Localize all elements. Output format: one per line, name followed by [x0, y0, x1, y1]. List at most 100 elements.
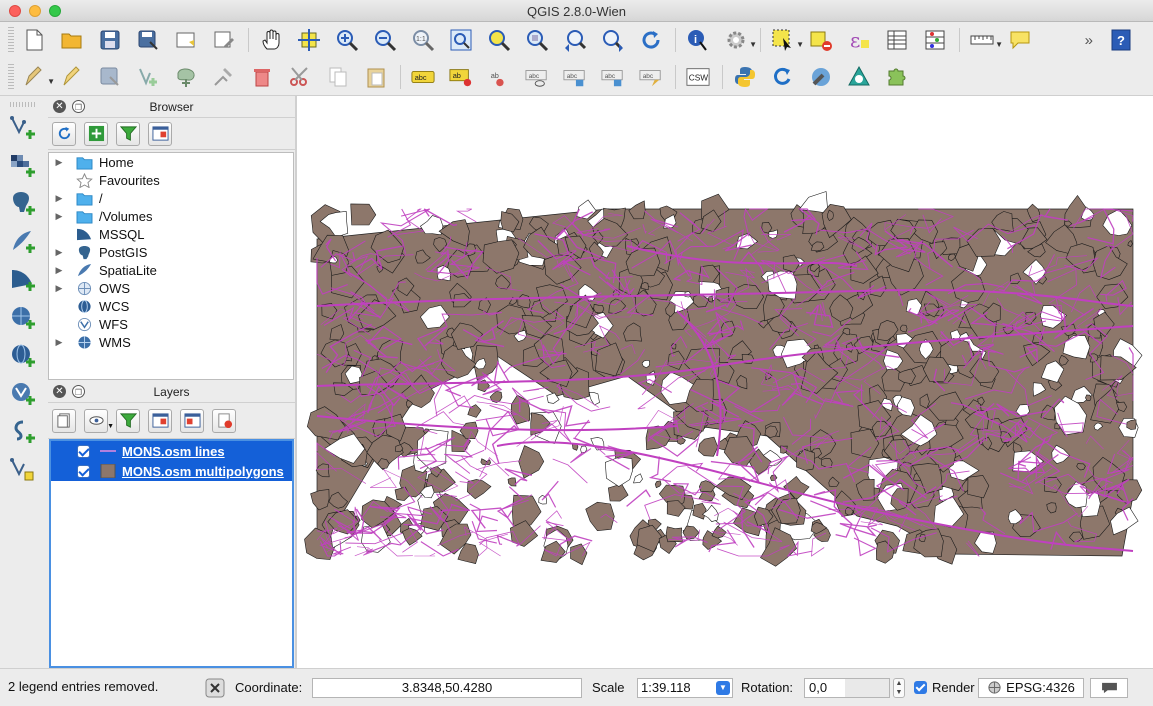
save-edits-icon[interactable]: [96, 63, 124, 91]
node-tool-icon[interactable]: [210, 63, 238, 91]
expand-arrow-icon[interactable]: ▶: [49, 157, 69, 168]
toolbar-overflow-icon[interactable]: »: [1085, 32, 1093, 49]
browser-item-7[interactable]: ▶ OWS: [49, 279, 293, 297]
action-icon[interactable]: ▼: [722, 26, 757, 54]
copy-features-icon[interactable]: [324, 63, 352, 91]
new-shapefile-icon[interactable]: [7, 453, 39, 487]
add-vector-layer-icon[interactable]: [7, 111, 39, 145]
toggle-editing-icon[interactable]: [58, 63, 86, 91]
help-icon[interactable]: ?: [1107, 26, 1135, 54]
expand-arrow-icon[interactable]: ▶: [49, 247, 69, 258]
paste-features-icon[interactable]: [362, 63, 390, 91]
expand-arrow-icon[interactable]: ▶: [49, 193, 69, 204]
add-wcs-layer-icon[interactable]: [7, 339, 39, 373]
zoom-last-icon[interactable]: [561, 26, 589, 54]
zoom-out-icon[interactable]: [371, 26, 399, 54]
layer-row-multipolygons[interactable]: MONS.osm multipolygons: [51, 461, 292, 481]
add-postgis-layer-icon[interactable]: [7, 187, 39, 221]
browser-item-3[interactable]: ▶ /Volumes: [49, 207, 293, 225]
statistics-icon[interactable]: [921, 26, 949, 54]
zoom-to-layer-icon[interactable]: [523, 26, 551, 54]
expand-arrow-icon[interactable]: ▶: [49, 265, 69, 276]
select-icon[interactable]: ▼: [769, 26, 804, 54]
zoom-in-icon[interactable]: [333, 26, 361, 54]
crs-button[interactable]: EPSG:4326: [978, 677, 1084, 698]
highlight-label-icon[interactable]: ab: [485, 63, 513, 91]
open-project-icon[interactable]: [58, 26, 86, 54]
move-feature-icon[interactable]: [172, 63, 200, 91]
browser-item-10[interactable]: ▶ WMS: [49, 333, 293, 351]
pin-label-icon[interactable]: ab: [447, 63, 475, 91]
plugin-wrench-icon[interactable]: [807, 63, 835, 91]
georeferencer-icon[interactable]: [845, 63, 873, 91]
expand-arrow-icon[interactable]: ▶: [49, 211, 69, 222]
add-mssql-layer-icon[interactable]: [7, 263, 39, 297]
move-label-icon[interactable]: abc: [561, 63, 589, 91]
new-print-composer-icon[interactable]: [172, 26, 200, 54]
coordinate-field[interactable]: 3.8348,50.4280: [312, 677, 582, 698]
pan-to-selection-icon[interactable]: [295, 26, 323, 54]
delete-selected-icon[interactable]: [248, 63, 276, 91]
browser-item-8[interactable]: WCS: [49, 297, 293, 315]
zoom-to-selection-icon[interactable]: [485, 26, 513, 54]
add-layers-icon[interactable]: [84, 121, 108, 146]
pan-icon[interactable]: [257, 26, 285, 54]
layer-style-icon[interactable]: [52, 408, 76, 433]
map-canvas[interactable]: [297, 96, 1153, 668]
collapse-all-icon[interactable]: [148, 121, 172, 146]
toolbar-grip[interactable]: [10, 102, 36, 107]
browser-item-1[interactable]: Favourites: [49, 171, 293, 189]
browser-item-0[interactable]: ▶ Home: [49, 153, 293, 171]
browser-item-5[interactable]: ▶ PostGIS: [49, 243, 293, 261]
add-feature-icon[interactable]: [134, 63, 162, 91]
refresh-icon[interactable]: [637, 26, 665, 54]
expand-all-icon[interactable]: [148, 408, 172, 433]
map-tips-icon[interactable]: [1006, 26, 1034, 54]
save-project-icon[interactable]: [96, 26, 124, 54]
render-checkbox[interactable]: [914, 681, 927, 694]
rotate-icon[interactable]: [769, 63, 797, 91]
filter-icon[interactable]: [116, 121, 140, 146]
expand-arrow-icon[interactable]: ▶: [49, 337, 69, 348]
zoom-next-icon[interactable]: [599, 26, 627, 54]
rotation-field[interactable]: 0,0: [804, 677, 890, 698]
scale-combo[interactable]: 1:39.118 ▼: [637, 677, 733, 698]
attribute-table-icon[interactable]: [883, 26, 911, 54]
add-delimited-text-icon[interactable]: [7, 415, 39, 449]
composer-manager-icon[interactable]: [210, 26, 238, 54]
change-label-icon[interactable]: abc: [637, 63, 665, 91]
rotation-spinner[interactable]: ▲ ▼: [893, 677, 905, 698]
collapse-all-icon[interactable]: [180, 408, 204, 433]
new-project-icon[interactable]: [20, 26, 48, 54]
add-wfs-layer-icon[interactable]: [7, 377, 39, 411]
toolbar-grip[interactable]: [8, 27, 14, 53]
add-wms-layer-icon[interactable]: [7, 301, 39, 335]
coordinate-toggle-icon[interactable]: [205, 669, 225, 706]
refresh-icon[interactable]: [52, 121, 76, 146]
toolbar-grip[interactable]: [8, 63, 14, 90]
remove-layer-icon[interactable]: [212, 408, 236, 433]
browser-item-4[interactable]: MSSQL: [49, 225, 293, 243]
browser-item-9[interactable]: WFS: [49, 315, 293, 333]
python-console-icon[interactable]: [731, 63, 759, 91]
browser-item-6[interactable]: ▶ SpatiaLite: [49, 261, 293, 279]
expression-select-icon[interactable]: ε: [845, 26, 873, 54]
layer-visibility-checkbox[interactable]: [77, 464, 90, 478]
cut-features-icon[interactable]: [286, 63, 314, 91]
layer-row-lines[interactable]: MONS.osm lines: [51, 441, 292, 461]
label-icon[interactable]: abc: [409, 63, 437, 91]
add-raster-layer-icon[interactable]: [7, 149, 39, 183]
zoom-actual-icon[interactable]: 1:1: [409, 26, 437, 54]
show-hide-label-icon[interactable]: abc: [523, 63, 551, 91]
chevron-down-icon[interactable]: ▼: [716, 680, 730, 695]
zoom-full-icon[interactable]: [447, 26, 475, 54]
csw-icon[interactable]: CSW: [684, 63, 712, 91]
deselect-icon[interactable]: [807, 26, 835, 54]
plugin-puzzle-icon[interactable]: [883, 63, 911, 91]
visibility-icon[interactable]: ▼: [84, 408, 114, 433]
identify-icon[interactable]: i: [684, 26, 712, 54]
save-as-icon[interactable]: [134, 26, 162, 54]
measure-icon[interactable]: ▼: [968, 26, 1003, 54]
browser-item-2[interactable]: ▶ /: [49, 189, 293, 207]
rotate-label-icon[interactable]: abc: [599, 63, 627, 91]
